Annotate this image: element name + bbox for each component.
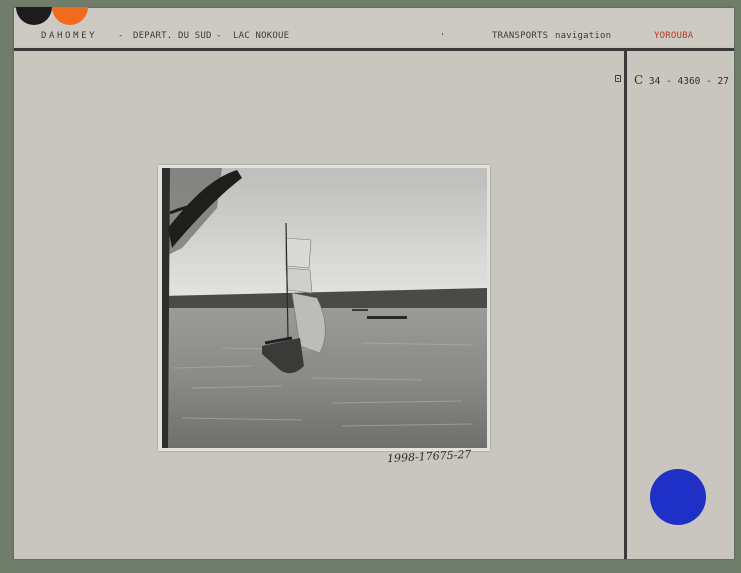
reference-number: C 34 - 4360 - 27	[634, 73, 729, 87]
archive-card: DAHOMEY - DEPART. DU SUD - LAC NOKOUE ' …	[14, 7, 734, 559]
card-header: DAHOMEY - DEPART. DU SUD - LAC NOKOUE ' …	[14, 7, 734, 46]
header-separator: -	[216, 31, 222, 41]
department-label: DEPART. DU SUD	[133, 31, 212, 41]
black-color-tab	[16, 7, 52, 25]
reference-prefix: C	[634, 73, 644, 87]
header-separator: -	[118, 31, 124, 41]
region-label: DAHOMEY	[41, 31, 98, 41]
photograph-icon	[162, 168, 487, 448]
header-mark: '	[440, 32, 446, 41]
category-label: navigation	[555, 31, 612, 41]
document-icon	[615, 75, 621, 82]
people-label: YOROUBA	[654, 31, 694, 41]
reference-code: 34 - 4360 - 27	[648, 76, 729, 87]
orange-color-tab	[52, 7, 88, 25]
column-divider	[624, 51, 627, 559]
location-label: LAC NOKOUE	[233, 31, 290, 41]
photograph-image	[162, 168, 487, 448]
photo-mount	[158, 165, 490, 451]
blue-sticker	[650, 469, 706, 525]
subject-label: TRANSPORTS	[492, 31, 549, 41]
